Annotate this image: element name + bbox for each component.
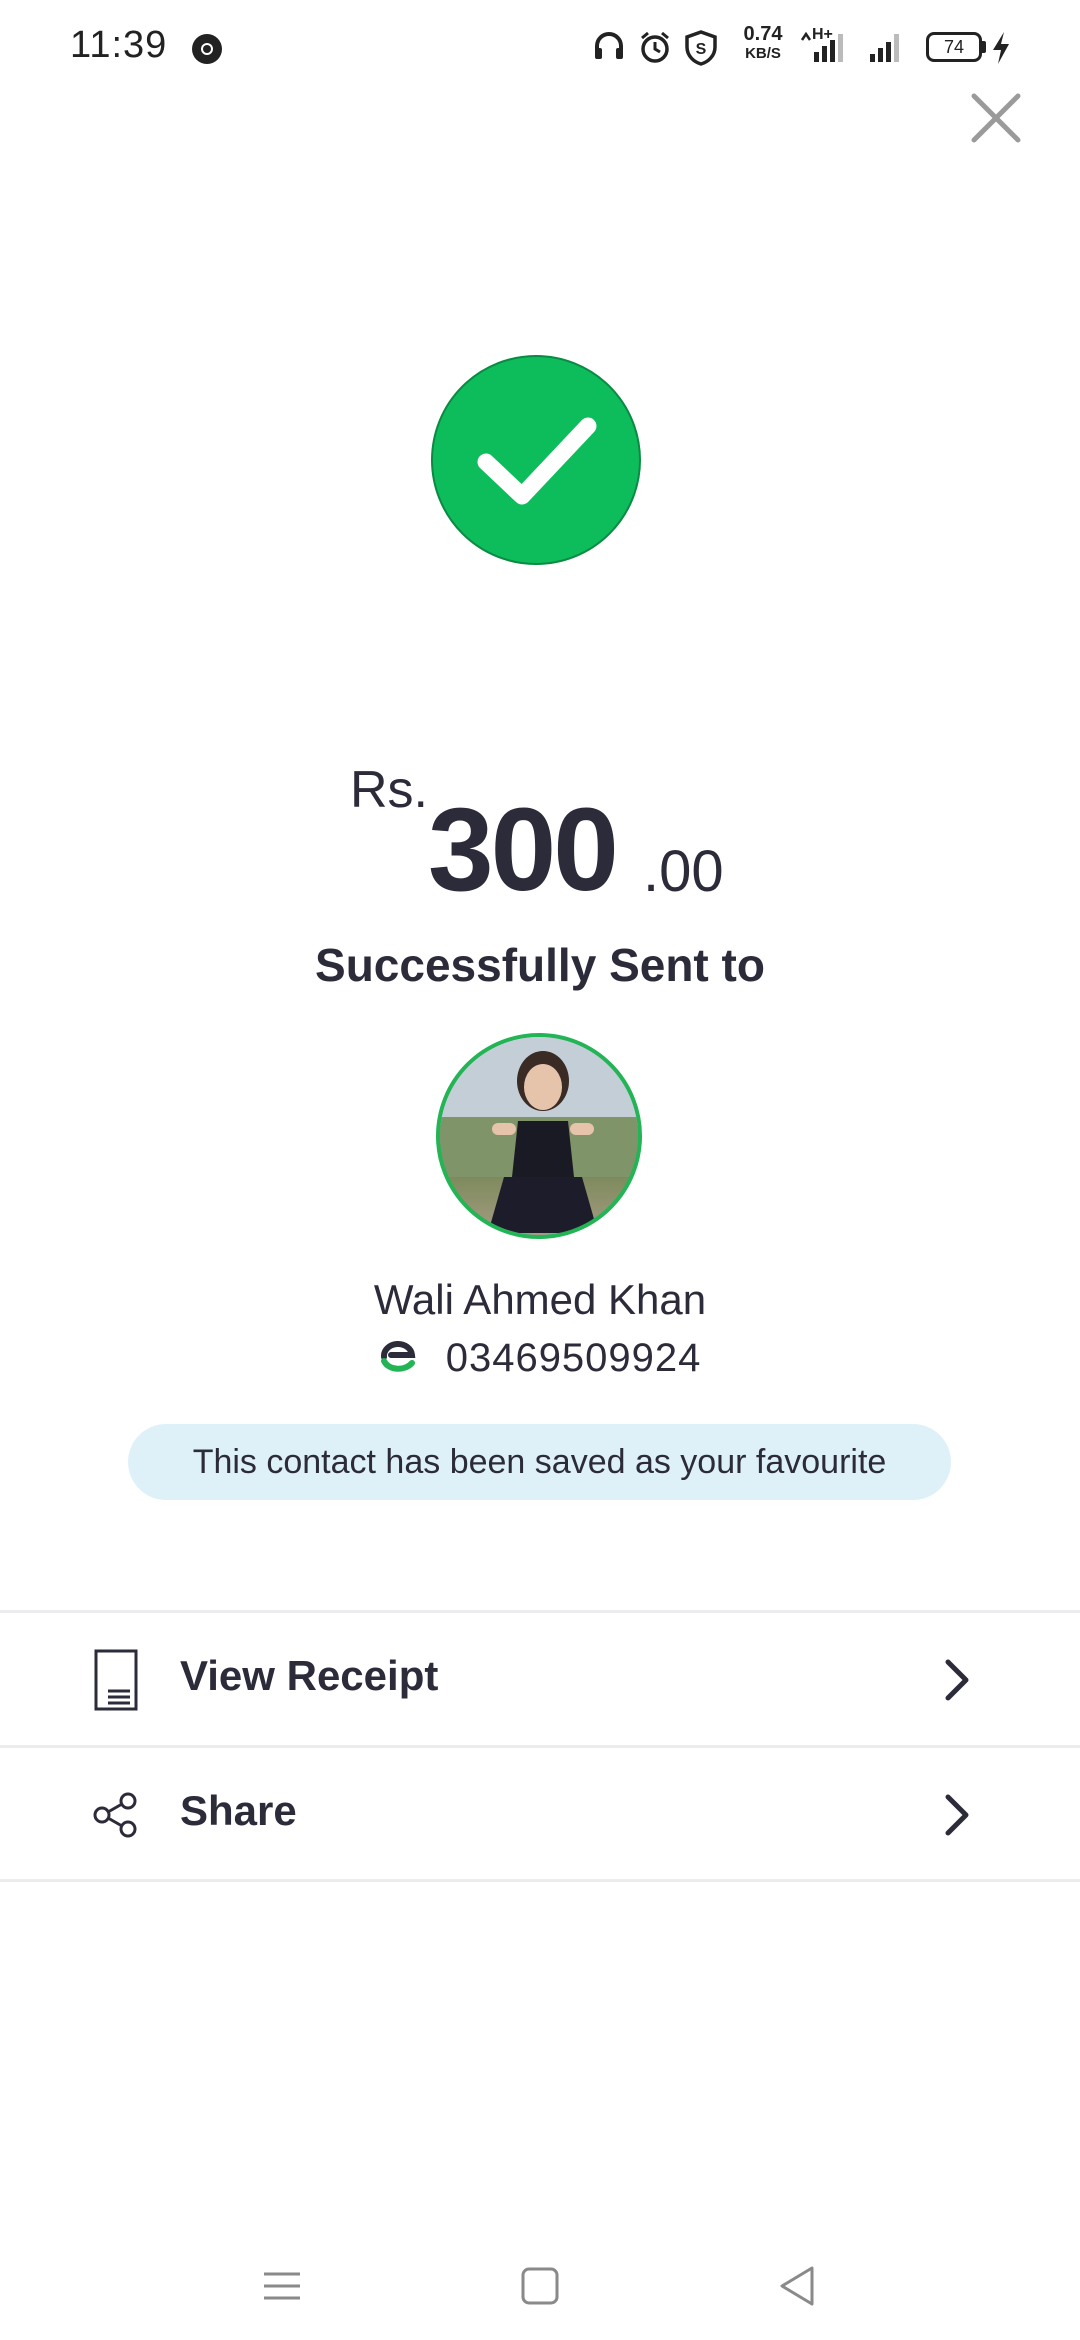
success-check-icon <box>431 355 641 565</box>
amount-decimal: .00 <box>643 839 724 904</box>
battery-icon: 74 <box>926 32 982 62</box>
battery-cap <box>982 41 986 53</box>
recipient-phone: 03469509924 <box>445 1335 702 1380</box>
share-button[interactable]: Share <box>0 1749 1080 1881</box>
recipient-name: Wali Ahmed Khan <box>373 1276 707 1323</box>
chevron-right-icon <box>945 1794 969 1836</box>
alarm-icon <box>641 31 669 63</box>
menu-icon[interactable] <box>252 2256 312 2316</box>
status-message: Successfully Sent to <box>315 939 765 991</box>
network-speed: 0.74 KB/S <box>735 24 791 64</box>
network-speed-value: 0.74 <box>743 23 783 45</box>
view-receipt-button[interactable]: View Receipt <box>0 1614 1080 1746</box>
chrome-icon <box>192 34 222 64</box>
system-nav-bar <box>0 2220 1080 2340</box>
amount-currency: Rs. <box>350 761 428 819</box>
recipient-phone-row: 03469509924 <box>0 1334 1080 1381</box>
close-icon[interactable] <box>966 88 1026 148</box>
favourite-notice: This contact has been saved as your favo… <box>128 1424 951 1500</box>
status-bar: 11:39 S 0.74 KB/S H+ 74 <box>0 0 1080 96</box>
charging-icon <box>993 32 1009 64</box>
home-icon[interactable] <box>510 2256 570 2316</box>
signal-icon <box>800 31 843 62</box>
back-icon[interactable] <box>768 2256 828 2316</box>
headphones-icon <box>595 32 623 59</box>
signal-icon-2 <box>870 34 899 62</box>
amount-display: Rs. 300 .00 <box>0 760 1080 920</box>
chevron-right-icon <box>945 1659 969 1701</box>
divider <box>0 1610 1080 1613</box>
share-icon <box>93 1792 137 1838</box>
avatar-photo <box>440 1037 638 1235</box>
network-speed-unit: KB/S <box>745 45 781 62</box>
share-label: Share <box>180 1787 297 1834</box>
receipt-icon <box>94 1649 138 1711</box>
status-time: 11:39 <box>70 24 168 66</box>
shield-icon: S <box>685 30 717 66</box>
svg-text:S: S <box>696 41 707 58</box>
amount-value: 300 <box>428 784 619 916</box>
view-receipt-label: View Receipt <box>180 1652 439 1699</box>
battery-level: 74 <box>943 37 965 57</box>
avatar <box>436 1033 642 1239</box>
easypaisa-logo-icon <box>380 1341 415 1373</box>
